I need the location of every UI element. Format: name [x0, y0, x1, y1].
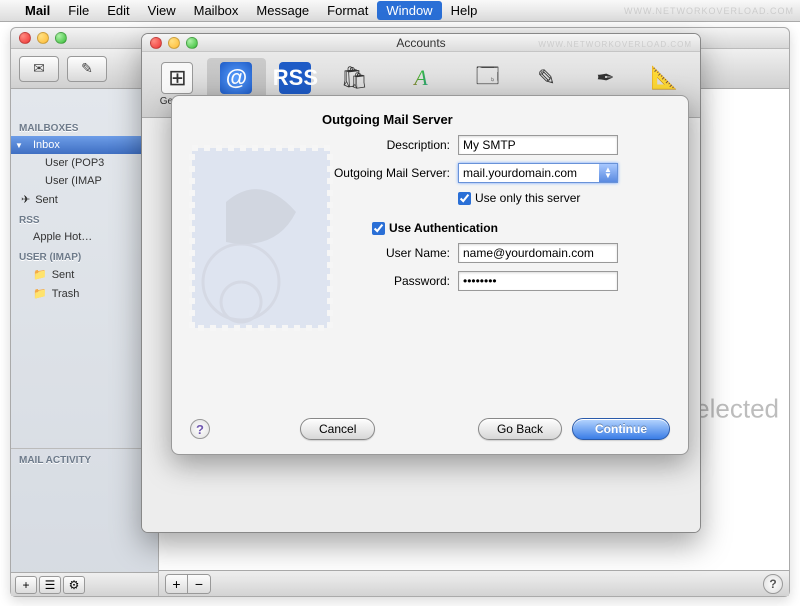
sidebar-item-imap-sent[interactable]: 📁 Sent [11, 265, 158, 284]
list-footer: + − ? [159, 570, 789, 596]
rss-icon: RSS [279, 62, 311, 94]
composing-icon: ✎ [531, 62, 563, 94]
prefs-titlebar: Accounts WWW.NETWORKOVERLOAD.COM [142, 34, 700, 52]
sidebar-header-rss: RSS [11, 209, 158, 228]
prefs-title: Accounts [396, 36, 445, 50]
use-only-checkbox-row[interactable]: Use only this server [458, 191, 580, 205]
menu-help[interactable]: Help [442, 1, 487, 20]
combo-arrow-icon[interactable]: ▲▼ [599, 164, 617, 182]
use-only-label: Use only this server [475, 191, 580, 205]
stamp-decoration-icon [186, 142, 336, 342]
sidebar-item-inbox[interactable]: Inbox [11, 136, 158, 154]
sidebar-mail-activity: MAIL ACTIVITY [11, 448, 158, 472]
use-auth-checkbox-row[interactable]: Use Authentication [372, 221, 498, 235]
sidebar-footer: + ☰ ⚙ [11, 572, 158, 596]
compose-button[interactable]: ✎ [67, 56, 107, 82]
sheet-help-button[interactable]: ? [190, 419, 210, 439]
description-field[interactable] [458, 135, 618, 155]
accounts-icon: @ [220, 62, 252, 94]
signatures-icon: ✒ [589, 62, 621, 94]
viewing-icon: 🗔 [472, 62, 504, 94]
sidebar-item-sent[interactable]: ✈ Sent [11, 190, 158, 209]
use-auth-checkbox[interactable] [372, 222, 385, 235]
server-value: mail.yourdomain.com [463, 166, 577, 180]
continue-button[interactable]: Continue [572, 418, 670, 440]
menu-window[interactable]: Window [377, 1, 441, 20]
add-remove-buttons: + − [165, 574, 211, 594]
menu-view[interactable]: View [139, 1, 185, 20]
sidebar-header-user-imap: USER (IMAP) [11, 246, 158, 265]
outgoing-server-sheet: Outgoing Mail Server Description: Outgoi… [171, 95, 689, 455]
server-combo[interactable]: mail.yourdomain.com ▲▼ [458, 163, 618, 183]
use-only-checkbox[interactable] [458, 192, 471, 205]
gear-button[interactable]: ⚙ [63, 576, 85, 594]
zoom-icon[interactable] [55, 32, 67, 44]
menu-message[interactable]: Message [247, 1, 318, 20]
cancel-button[interactable]: Cancel [300, 418, 375, 440]
general-icon: ⊞ [161, 62, 193, 94]
system-menubar: Mail File Edit View Mailbox Message Form… [0, 0, 800, 22]
go-back-button[interactable]: Go Back [478, 418, 562, 440]
menu-format[interactable]: Format [318, 1, 377, 20]
sheet-footer: ? Cancel Go Back Continue [172, 418, 688, 440]
fonts-icon: A [405, 62, 437, 94]
menu-edit[interactable]: Edit [98, 1, 138, 20]
minimize-icon[interactable] [37, 32, 49, 44]
close-icon[interactable] [19, 32, 31, 44]
sidebar-item-imap-trash[interactable]: 📁 Trash [11, 284, 158, 303]
add-button[interactable]: + [166, 575, 188, 593]
prefs-zoom-icon[interactable] [186, 37, 198, 49]
menu-file[interactable]: File [59, 1, 98, 20]
menu-mail[interactable]: Mail [16, 1, 59, 20]
watermark-text: WWW.NETWORKOVERLOAD.COM [624, 6, 794, 16]
junk-icon: 🛍 [338, 62, 370, 94]
get-mail-button[interactable]: ✉ [19, 56, 59, 82]
add-mailbox-button[interactable]: + [15, 576, 37, 594]
sidebar-item-user-pop3[interactable]: User (POP3 [11, 154, 158, 172]
mail-sidebar: MAILBOXES Inbox User (POP3 User (IMAP ✈ … [11, 89, 159, 596]
prefs-minimize-icon[interactable] [168, 37, 180, 49]
use-auth-label: Use Authentication [389, 221, 498, 235]
menu-mailbox[interactable]: Mailbox [185, 1, 248, 20]
sidebar-header-mailboxes: MAILBOXES [11, 117, 158, 136]
sidebar-item-user-imap[interactable]: User (IMAP [11, 172, 158, 190]
sidebar-item-apple-hot[interactable]: Apple Hot… [11, 228, 158, 246]
sheet-title: Outgoing Mail Server [172, 96, 688, 131]
action-button[interactable]: ☰ [39, 576, 61, 594]
username-field[interactable] [458, 243, 618, 263]
prefs-close-icon[interactable] [150, 37, 162, 49]
prefs-watermark: WWW.NETWORKOVERLOAD.COM [538, 36, 692, 54]
password-field[interactable] [458, 271, 618, 291]
rules-icon: 📐 [648, 62, 680, 94]
help-button[interactable]: ? [763, 574, 783, 594]
remove-button[interactable]: − [188, 575, 210, 593]
